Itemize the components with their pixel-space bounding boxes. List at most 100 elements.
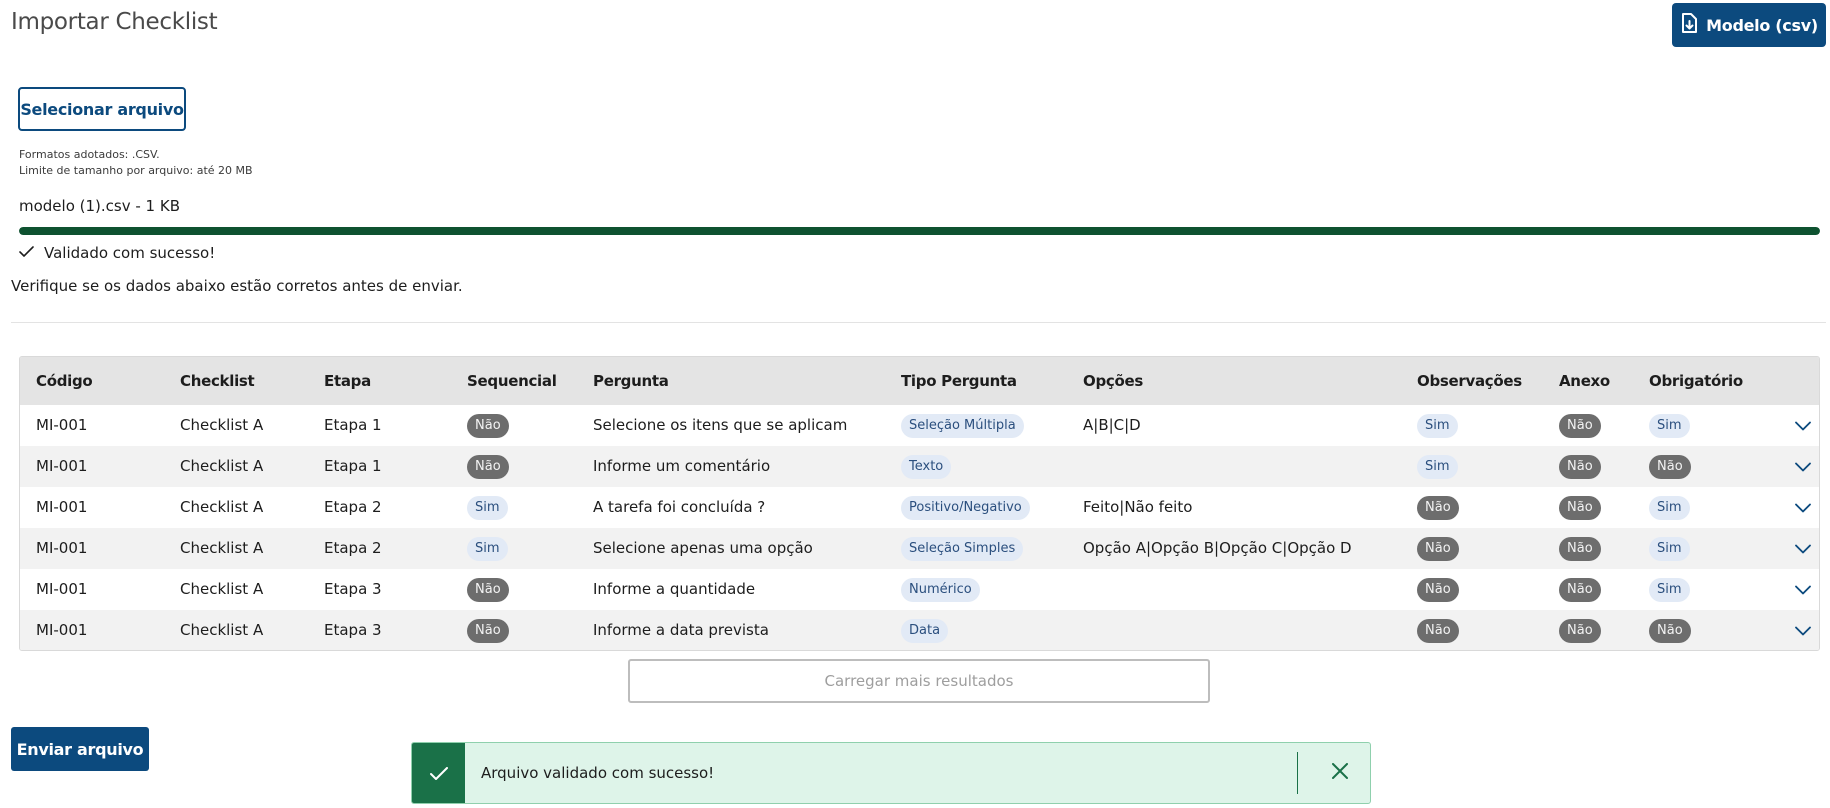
status-badge: Sim — [1417, 413, 1458, 438]
row-expand-button[interactable] — [1793, 446, 1813, 487]
row-expand-button[interactable] — [1793, 569, 1813, 610]
cell-observacoes: Não — [1417, 610, 1459, 650]
cell-pergunta: Informe um comentário — [593, 457, 771, 475]
question-type-badge: Numérico — [901, 577, 980, 602]
verify-instructions: Verifique se os dados abaixo estão corre… — [11, 277, 463, 295]
cell-checklist: Checklist A — [180, 416, 264, 434]
chevron-down-icon — [1795, 626, 1811, 636]
select-file-button[interactable]: Selecionar arquivo — [18, 87, 186, 131]
cell-obrigatorio: Não — [1649, 610, 1691, 650]
cell-sequencial: Não — [467, 610, 509, 650]
status-badge: Não — [1559, 618, 1601, 643]
question-type-badge: Seleção Múltipla — [901, 413, 1024, 438]
header-opcoes: Opções — [1083, 372, 1143, 390]
status-badge: Não — [1417, 618, 1459, 643]
status-badge: Sim — [1649, 536, 1690, 561]
cell-codigo: MI-001 — [36, 498, 88, 516]
row-expand-button[interactable] — [1793, 487, 1813, 528]
row-expand-button[interactable] — [1793, 405, 1813, 446]
cell-etapa: Etapa 2 — [324, 539, 382, 557]
model-csv-button-label: Modelo (csv) — [1706, 15, 1818, 35]
cell-codigo: MI-001 — [36, 416, 88, 434]
status-badge: Sim — [1649, 413, 1690, 438]
cell-pergunta: Informe a data prevista — [593, 621, 769, 639]
row-expand-button[interactable] — [1793, 610, 1813, 650]
load-more-button[interactable]: Carregar mais resultados — [628, 659, 1210, 703]
header-tipo-pergunta: Tipo Pergunta — [901, 372, 1017, 390]
cell-obrigatorio: Sim — [1649, 405, 1690, 446]
chevron-down-icon — [1795, 544, 1811, 554]
cell-sequencial: Não — [467, 405, 509, 446]
toast-close-button[interactable] — [1318, 743, 1362, 803]
cell-tipo: Seleção Múltipla — [901, 405, 1024, 446]
question-type-badge: Data — [901, 618, 949, 643]
status-badge: Não — [467, 454, 509, 479]
status-badge: Não — [1559, 536, 1601, 561]
status-badge: Não — [1417, 536, 1459, 561]
cell-obrigatorio: Não — [1649, 446, 1691, 487]
cell-tipo: Texto — [901, 446, 952, 487]
cell-anexo: Não — [1559, 405, 1601, 446]
cell-codigo: MI-001 — [36, 621, 88, 639]
header-anexo: Anexo — [1559, 372, 1610, 390]
cell-etapa: Etapa 3 — [324, 621, 382, 639]
cell-anexo: Não — [1559, 446, 1601, 487]
cell-opcoes: Feito|Não feito — [1083, 498, 1193, 516]
cell-anexo: Não — [1559, 610, 1601, 650]
cell-opcoes: Opção A|Opção B|Opção C|Opção D — [1083, 539, 1352, 557]
model-csv-button[interactable]: Modelo (csv) — [1672, 3, 1826, 47]
status-badge: Não — [467, 618, 509, 643]
table-body: MI-001 Checklist A Etapa 1 Não Selecione os … — [20, 405, 1819, 650]
cell-pergunta: Informe a quantidade — [593, 580, 756, 598]
cell-codigo: MI-001 — [36, 580, 88, 598]
file-download-icon — [1680, 13, 1698, 37]
table-row: MI-001 Checklist A Etapa 2 Sim A tarefa foi … — [20, 487, 1819, 528]
cell-obrigatorio: Sim — [1649, 487, 1690, 528]
question-type-badge: Positivo/Negativo — [901, 495, 1030, 520]
cell-obrigatorio: Sim — [1649, 528, 1690, 569]
status-badge: Não — [1417, 577, 1459, 602]
cell-sequencial: Sim — [467, 487, 508, 528]
cell-checklist: Checklist A — [180, 457, 264, 475]
question-type-badge: Texto — [901, 454, 952, 479]
validation-status: Validado com sucesso! — [19, 244, 215, 262]
cell-obrigatorio: Sim — [1649, 569, 1690, 610]
header-pergunta: Pergunta — [593, 372, 669, 390]
row-expand-button[interactable] — [1793, 528, 1813, 569]
cell-etapa: Etapa 1 — [324, 457, 382, 475]
toast-message: Arquivo validado com sucesso! — [481, 764, 715, 782]
status-badge: Não — [467, 577, 509, 602]
cell-pergunta: A tarefa foi concluída ? — [593, 498, 766, 516]
size-limit-hint: Limite de tamanho por arquivo: até 20 MB — [19, 164, 253, 177]
table-row: MI-001 Checklist A Etapa 1 Não Selecione os … — [20, 405, 1819, 446]
preview-table: Código Checklist Etapa Sequencial Pergun… — [19, 356, 1820, 651]
cell-checklist: Checklist A — [180, 580, 264, 598]
header-observacoes: Observações — [1417, 372, 1522, 390]
page-title: Importar Checklist — [11, 9, 218, 35]
chevron-down-icon — [1795, 421, 1811, 431]
cell-tipo: Positivo/Negativo — [901, 487, 1030, 528]
cell-etapa: Etapa 3 — [324, 580, 382, 598]
uploaded-file-name: modelo (1).csv - 1 KB — [19, 197, 180, 215]
cell-codigo: MI-001 — [36, 539, 88, 557]
chevron-down-icon — [1795, 585, 1811, 595]
send-file-button[interactable]: Enviar arquivo — [11, 727, 149, 771]
cell-observacoes: Sim — [1417, 446, 1458, 487]
table-row: MI-001 Checklist A Etapa 2 Sim Selecione ape… — [20, 528, 1819, 569]
cell-checklist: Checklist A — [180, 498, 264, 516]
status-badge: Não — [1559, 577, 1601, 602]
status-badge: Sim — [467, 495, 508, 520]
question-type-badge: Seleção Simples — [901, 536, 1024, 561]
table-row: MI-001 Checklist A Etapa 3 Não Informe a dat… — [20, 610, 1819, 650]
chevron-down-icon — [1795, 503, 1811, 513]
toast-divider — [1297, 752, 1298, 794]
status-badge: Não — [1649, 454, 1691, 479]
header-etapa: Etapa — [324, 372, 371, 390]
cell-observacoes: Sim — [1417, 405, 1458, 446]
status-badge: Sim — [1649, 495, 1690, 520]
status-badge: Não — [1559, 495, 1601, 520]
cell-opcoes: A|B|C|D — [1083, 416, 1141, 434]
cell-sequencial: Não — [467, 569, 509, 610]
header-sequencial: Sequencial — [467, 372, 557, 390]
status-badge: Sim — [1417, 454, 1458, 479]
